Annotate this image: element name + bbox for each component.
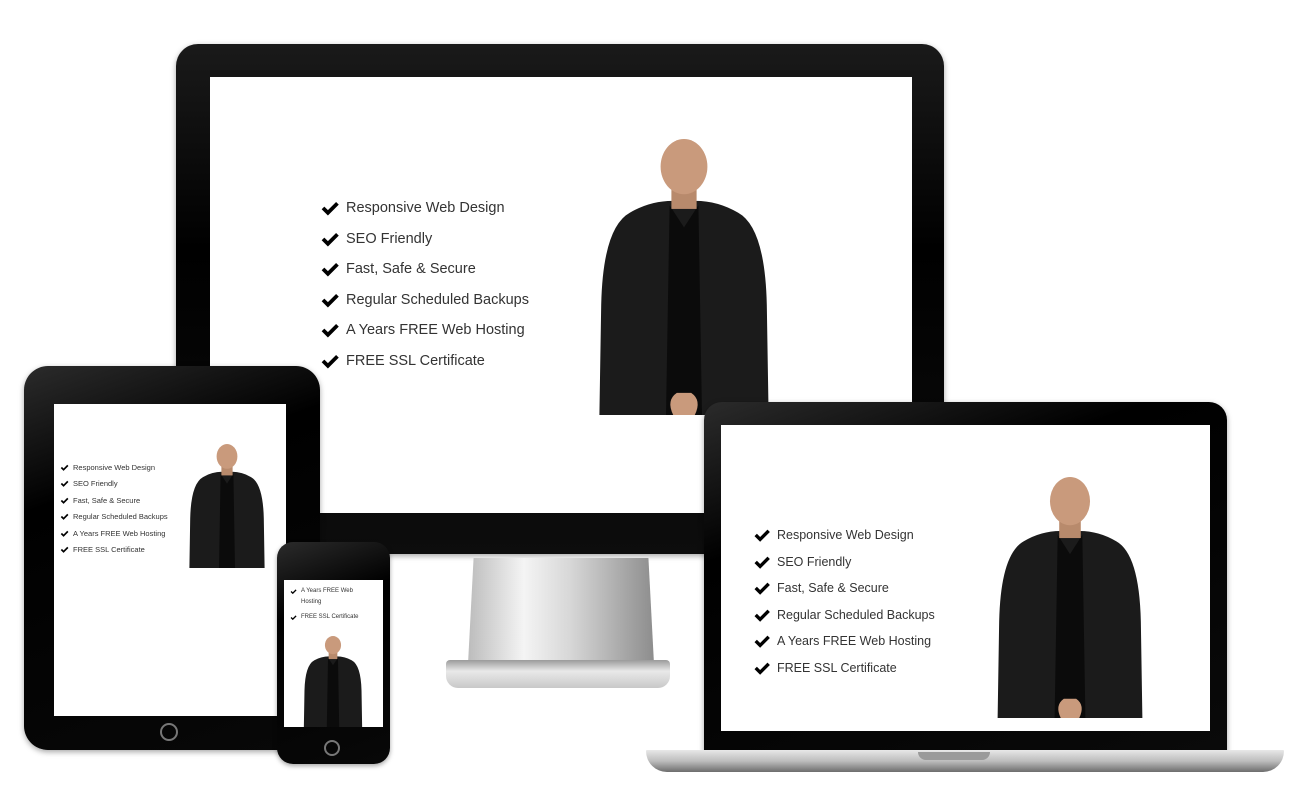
feature-item: A Years FREE Web Hosting: [60, 525, 168, 542]
feature-label: Regular Scheduled Backups: [777, 607, 935, 622]
home-button-icon: [324, 740, 340, 756]
feature-label: Responsive Web Design: [346, 200, 505, 217]
feature-item: Fast, Safe & Secure: [320, 254, 529, 285]
feature-item: Responsive Web Design: [60, 459, 168, 476]
check-icon: [60, 514, 69, 521]
check-icon: [754, 609, 770, 622]
feature-item: Fast, Safe & Secure: [60, 492, 168, 509]
feature-item: SEO Friendly: [753, 549, 935, 576]
monitor-base: [446, 660, 670, 688]
tablet-screen: Responsive Web Design SEO Friendly Fast,…: [54, 404, 286, 716]
feature-label: SEO Friendly: [777, 554, 852, 569]
check-icon: [754, 662, 770, 675]
feature-list: Responsive Web Design SEO Friendly Fast,…: [753, 522, 935, 681]
feature-item: FREE SSL Certificate: [290, 612, 370, 623]
feature-list: Responsive Web Design SEO Friendly Fast,…: [60, 459, 168, 558]
feature-label: A Years FREE Web Hosting: [346, 322, 525, 339]
monitor-stand: [468, 558, 654, 664]
check-icon: [754, 529, 770, 542]
home-button-icon: [160, 723, 178, 741]
feature-item: Responsive Web Design: [753, 522, 935, 549]
check-icon: [290, 615, 297, 621]
responsive-devices-mockup: Responsive Web Design SEO Friendly Fast,…: [0, 0, 1316, 798]
feature-item: Regular Scheduled Backups: [753, 602, 935, 629]
feature-label: SEO Friendly: [73, 479, 118, 489]
feature-label: Regular Scheduled Backups: [73, 512, 168, 522]
feature-label: Responsive Web Design: [777, 528, 914, 543]
check-icon: [60, 464, 69, 471]
feature-label: FREE SSL Certificate: [346, 352, 485, 369]
check-icon: [321, 324, 339, 338]
feature-item: SEO Friendly: [320, 224, 529, 255]
check-icon: [321, 354, 339, 369]
laptop-screen: Responsive Web Design SEO Friendly Fast,…: [721, 425, 1210, 731]
feature-item: Fast, Safe & Secure: [753, 575, 935, 602]
check-icon: [60, 481, 69, 488]
feature-item: Regular Scheduled Backups: [60, 509, 168, 526]
portrait-photo: [302, 636, 364, 727]
feature-label: Regular Scheduled Backups: [346, 291, 529, 308]
check-icon: [321, 263, 339, 277]
feature-item: FREE SSL Certificate: [320, 346, 529, 377]
check-icon: [754, 556, 770, 569]
check-icon: [60, 497, 69, 504]
feature-item: A Years FREE Web Hosting: [290, 586, 370, 608]
feature-item: FREE SSL Certificate: [60, 542, 168, 559]
check-icon: [754, 582, 770, 595]
feature-label: SEO Friendly: [346, 230, 433, 247]
feature-label: Fast, Safe & Secure: [346, 261, 476, 278]
feature-item: A Years FREE Web Hosting: [320, 315, 529, 346]
laptop-notch: [918, 752, 990, 760]
check-icon: [754, 635, 770, 648]
feature-list: Responsive Web Design SEO Friendly Fast,…: [320, 193, 529, 376]
feature-item: Regular Scheduled Backups: [320, 285, 529, 316]
feature-label: Fast, Safe & Secure: [777, 581, 889, 596]
feature-label: FREE SSL Certificate: [777, 660, 897, 675]
check-icon: [321, 293, 339, 308]
portrait-photo: [993, 477, 1147, 718]
feature-label: Responsive Web Design: [73, 462, 155, 472]
feature-item: Responsive Web Design: [320, 193, 529, 224]
feature-label: A Years FREE Web Hosting: [301, 588, 353, 605]
check-icon: [290, 589, 297, 595]
feature-list: A Years FREE Web Hosting FREE SSL Certif…: [290, 586, 370, 623]
feature-item: SEO Friendly: [60, 476, 168, 493]
check-icon: [321, 202, 339, 216]
feature-label: FREE SSL Certificate: [73, 545, 145, 555]
portrait-photo: [594, 139, 774, 415]
feature-label: Fast, Safe & Secure: [73, 495, 141, 505]
portrait-photo: [187, 444, 267, 568]
check-icon: [321, 232, 339, 247]
feature-label: A Years FREE Web Hosting: [777, 634, 932, 649]
feature-label: FREE SSL Certificate: [301, 614, 359, 620]
check-icon: [60, 547, 69, 554]
feature-item: A Years FREE Web Hosting: [753, 628, 935, 655]
feature-item: FREE SSL Certificate: [753, 655, 935, 682]
check-icon: [60, 530, 69, 537]
phone-screen: A Years FREE Web Hosting FREE SSL Certif…: [284, 580, 383, 727]
feature-label: A Years FREE Web Hosting: [73, 528, 166, 538]
